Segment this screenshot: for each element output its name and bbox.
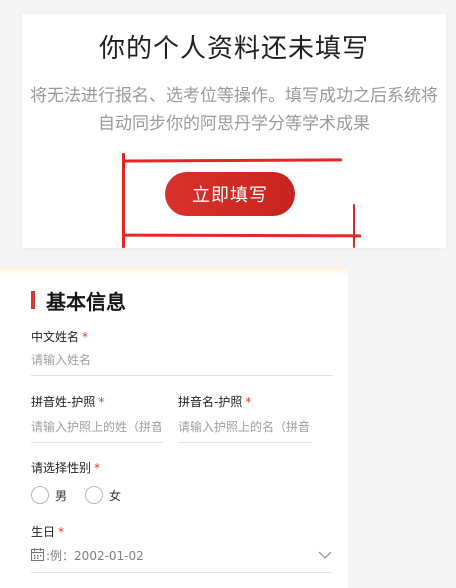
pinyin-surname-underline	[31, 442, 163, 443]
radio-circle-icon	[85, 486, 103, 504]
basic-info-form: 基本信息 中文姓名* 拼音姓-护照* 拼音名-护照* 请选择性别* 男 女 生日…	[0, 266, 348, 588]
gender-female-label: 女	[109, 488, 122, 503]
pinyin-given-name-input[interactable]	[178, 419, 310, 435]
pinyin-surname-label: 拼音姓-护照 *	[31, 395, 105, 409]
card-description: 将无法进行报名、选考位等操作。填写成功之后系统将自动同步你的阿思丹学分等学术成果	[30, 86, 438, 134]
pinyin-surname-input[interactable]	[31, 419, 161, 435]
required-mark: *	[82, 330, 89, 344]
gender-male-label: 男	[55, 488, 68, 503]
gender-female-radio[interactable]: 女	[85, 486, 121, 504]
required-mark: *	[245, 395, 252, 409]
section-accent-bar	[31, 291, 35, 309]
chinese-name-underline	[31, 375, 333, 376]
profile-incomplete-card: 你的个人资料还未填写 将无法进行报名、选考位等操作。填写成功之后系统将自动同步你…	[22, 14, 446, 248]
gender-male-radio[interactable]: 男	[31, 486, 67, 504]
annotation-bottom-line	[122, 233, 362, 238]
radio-circle-icon	[31, 486, 49, 504]
chinese-name-label: 中文姓名 *	[31, 330, 89, 344]
required-mark: *	[58, 525, 65, 539]
birthday-label: 生日 *	[31, 525, 65, 539]
birthday-input[interactable]: :例：2002-01-02	[46, 547, 144, 564]
required-mark: *	[94, 461, 101, 475]
calendar-icon	[31, 548, 44, 561]
card-title: 你的个人资料还未填写	[98, 34, 369, 64]
pinyin-given-name-label: 拼音名-护照 *	[178, 395, 252, 409]
fill-now-button[interactable]: 立即填写	[165, 172, 295, 216]
chinese-name-input[interactable]	[31, 352, 331, 368]
chevron-down-icon[interactable]	[318, 551, 332, 560]
form-top-divider	[0, 266, 348, 276]
pinyin-given-name-underline	[178, 442, 312, 443]
annotation-top-line	[123, 158, 343, 163]
required-mark: *	[98, 395, 105, 409]
birthday-underline	[31, 572, 333, 573]
section-title: 基本信息	[46, 290, 126, 314]
annotation-right-line	[353, 204, 355, 248]
gender-label: 请选择性别 *	[31, 461, 101, 475]
